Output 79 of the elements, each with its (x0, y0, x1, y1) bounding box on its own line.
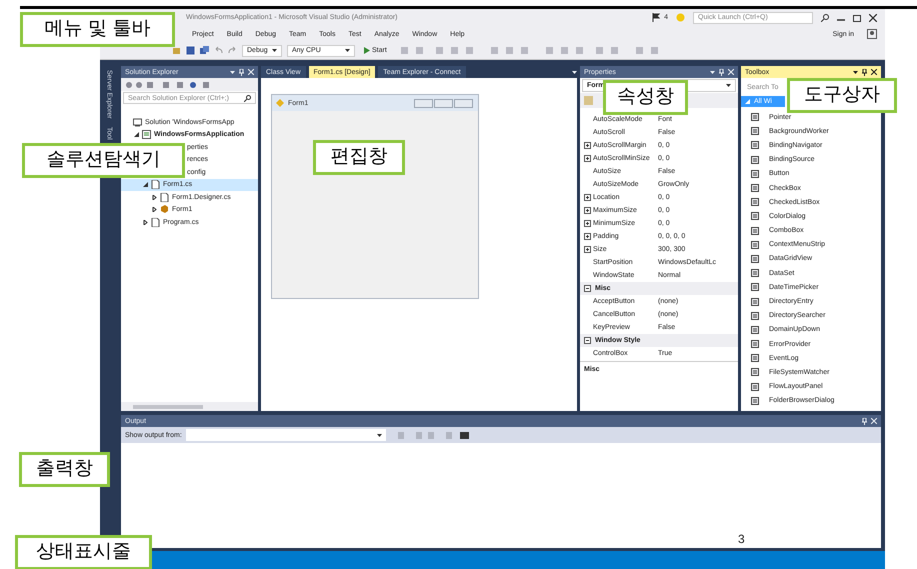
control-icon (751, 141, 759, 150)
collapsed-arrow-icon (152, 207, 157, 212)
dropdown-caret-icon (376, 434, 382, 436)
annotation-label: 상태표시줄 (15, 535, 152, 569)
control-icon (751, 368, 759, 376)
expanded-arrow-icon (134, 132, 139, 138)
control-icon (751, 269, 759, 278)
expand-icon (584, 233, 591, 240)
collapse-icon (584, 285, 591, 292)
annotation-label: 출력창 (19, 452, 110, 487)
expand-icon (584, 155, 591, 162)
form-icon (276, 99, 284, 107)
flag-icon (652, 13, 660, 22)
save-all-icon (200, 46, 209, 55)
search-icon (821, 14, 829, 22)
annotation-label: 솔루션탐색기 (22, 143, 185, 178)
pin-icon (862, 68, 867, 76)
expand-icon (584, 246, 591, 253)
dropdown-caret-icon (345, 49, 350, 52)
annotation-label: 속성창 (603, 80, 688, 115)
control-icon (751, 226, 759, 235)
output-source-dropdown[interactable] (186, 429, 386, 441)
annotation-label: 메뉴 및 툴바 (20, 12, 175, 47)
control-icon (751, 198, 759, 206)
expand-icon (584, 207, 591, 214)
dropdown-caret-icon (853, 70, 858, 74)
expand-icon (584, 220, 591, 227)
control-icon (751, 326, 759, 334)
control-icon (751, 184, 759, 192)
control-icon (751, 354, 759, 362)
close-icon (871, 69, 877, 75)
close-icon (728, 69, 734, 75)
dropdown-caret-icon (230, 70, 235, 74)
form-window-buttons-drawing (414, 98, 474, 108)
pin-icon (239, 68, 244, 76)
class-icon (160, 205, 169, 214)
control-icon (751, 298, 759, 306)
expand-icon (584, 194, 591, 201)
control-icon (751, 240, 759, 249)
dropdown-caret-icon (272, 49, 277, 52)
dropdown-caret-icon (726, 84, 731, 87)
expanded-arrow-icon (143, 182, 148, 188)
redo-icon (228, 46, 237, 55)
control-icon (751, 382, 759, 391)
search-icon (244, 94, 251, 102)
control-icon (751, 212, 759, 220)
annotation-label: 편집창 (313, 140, 405, 175)
solution-icon (133, 118, 142, 127)
restore-icon (853, 14, 861, 22)
undo-icon (214, 46, 223, 55)
control-icon (751, 156, 759, 164)
control-icon (751, 396, 759, 405)
control-icon (751, 254, 759, 263)
horizontal-scrollbar[interactable] (121, 402, 258, 411)
control-icon (751, 127, 759, 136)
close-icon (871, 418, 877, 424)
expand-icon (584, 142, 591, 149)
control-icon (751, 170, 759, 178)
save-icon (186, 46, 195, 55)
collapse-icon (584, 337, 591, 344)
project-icon (142, 130, 151, 140)
expanded-arrow-icon (745, 99, 750, 104)
pin-icon (862, 418, 867, 424)
annotation-label: 도구상자 (787, 78, 897, 113)
page-number: 3 (738, 531, 745, 548)
account-icon (867, 29, 877, 39)
file-icon (151, 218, 160, 227)
collapsed-arrow-icon (152, 194, 157, 200)
control-icon (751, 283, 759, 292)
dropdown-caret-icon (572, 70, 577, 74)
dropdown-caret-icon (710, 70, 715, 74)
control-icon (751, 113, 759, 122)
control-icon (751, 340, 759, 348)
pin-icon (719, 68, 724, 76)
play-icon (364, 47, 370, 54)
collapsed-arrow-icon (143, 220, 148, 225)
close-icon (869, 14, 877, 22)
close-icon (248, 69, 254, 75)
control-icon (751, 312, 759, 320)
